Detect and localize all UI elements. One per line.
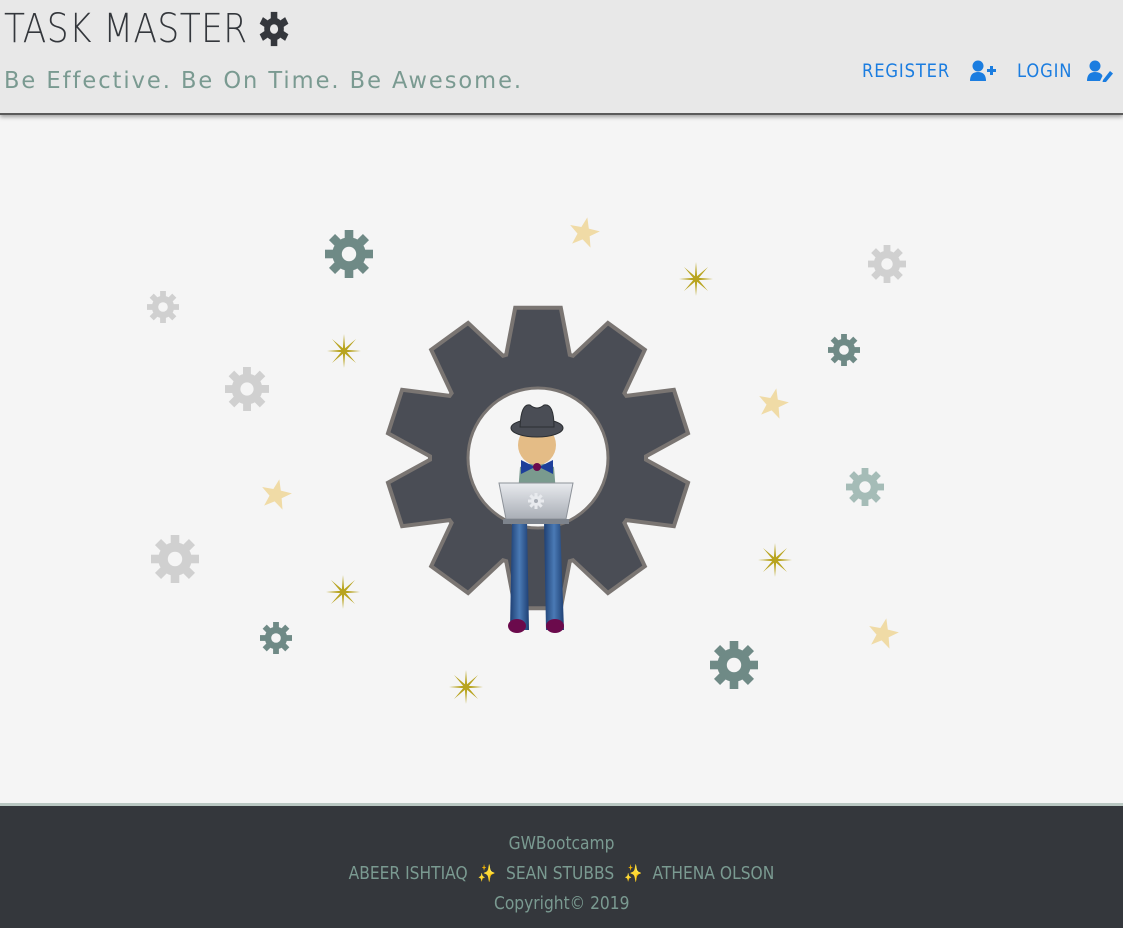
star-icon — [570, 217, 600, 248]
author-name: SEAN STUBBS — [506, 863, 615, 884]
footer-copyright: Copyright© 2019 — [493, 893, 630, 914]
sparkle-star-icon — [758, 543, 792, 577]
login-label: LOGIN — [1017, 60, 1073, 82]
footer-org: GWBootcamp — [508, 833, 615, 854]
site-header: TASK MASTER Be Effective. Be On Time. Be… — [0, 0, 1123, 115]
login-link[interactable]: LOGIN — [1017, 60, 1114, 82]
sparkles-icon: ✨ — [477, 864, 496, 884]
hero-illustration — [147, 217, 906, 704]
small-gear-icon — [710, 641, 758, 689]
tagline: Be Effective. Be On Time. Be Awesome. — [4, 68, 524, 94]
small-gear-icon — [846, 468, 884, 506]
footer-authors: ABEER ISHTIAQ ✨ SEAN STUBBS ✨ ATHENA OLS… — [349, 863, 775, 884]
author-name: ABEER ISHTIAQ — [348, 863, 468, 884]
sparkles-icon: ✨ — [624, 864, 643, 884]
register-label: REGISTER — [862, 60, 951, 82]
sparkle-star-icon — [449, 670, 483, 704]
gear-icon — [259, 11, 289, 47]
sparkle-star-icon — [326, 575, 360, 609]
small-gear-icon — [151, 535, 199, 583]
sparkle-star-icon — [679, 262, 713, 296]
star-icon — [759, 388, 789, 419]
register-link[interactable]: REGISTER — [862, 60, 997, 82]
site-footer: GWBootcamp ABEER ISHTIAQ ✨ SEAN STUBBS ✨… — [0, 803, 1123, 928]
user-edit-icon — [1087, 60, 1114, 82]
star-icon — [869, 618, 899, 649]
small-gear-icon — [260, 622, 292, 654]
star-icon — [262, 479, 292, 510]
brand-title[interactable]: TASK MASTER — [4, 6, 291, 52]
small-gear-icon — [828, 334, 860, 366]
user-plus-icon — [970, 60, 997, 81]
sparkle-star-icon — [327, 334, 361, 368]
small-gear-icon — [868, 245, 906, 283]
small-gear-icon — [147, 291, 179, 323]
small-gear-icon — [325, 230, 373, 278]
brand-title-text: TASK MASTER — [4, 6, 248, 52]
small-gear-icon — [225, 367, 269, 411]
hero-section — [0, 115, 1123, 803]
author-name: ATHENA OLSON — [652, 863, 775, 884]
